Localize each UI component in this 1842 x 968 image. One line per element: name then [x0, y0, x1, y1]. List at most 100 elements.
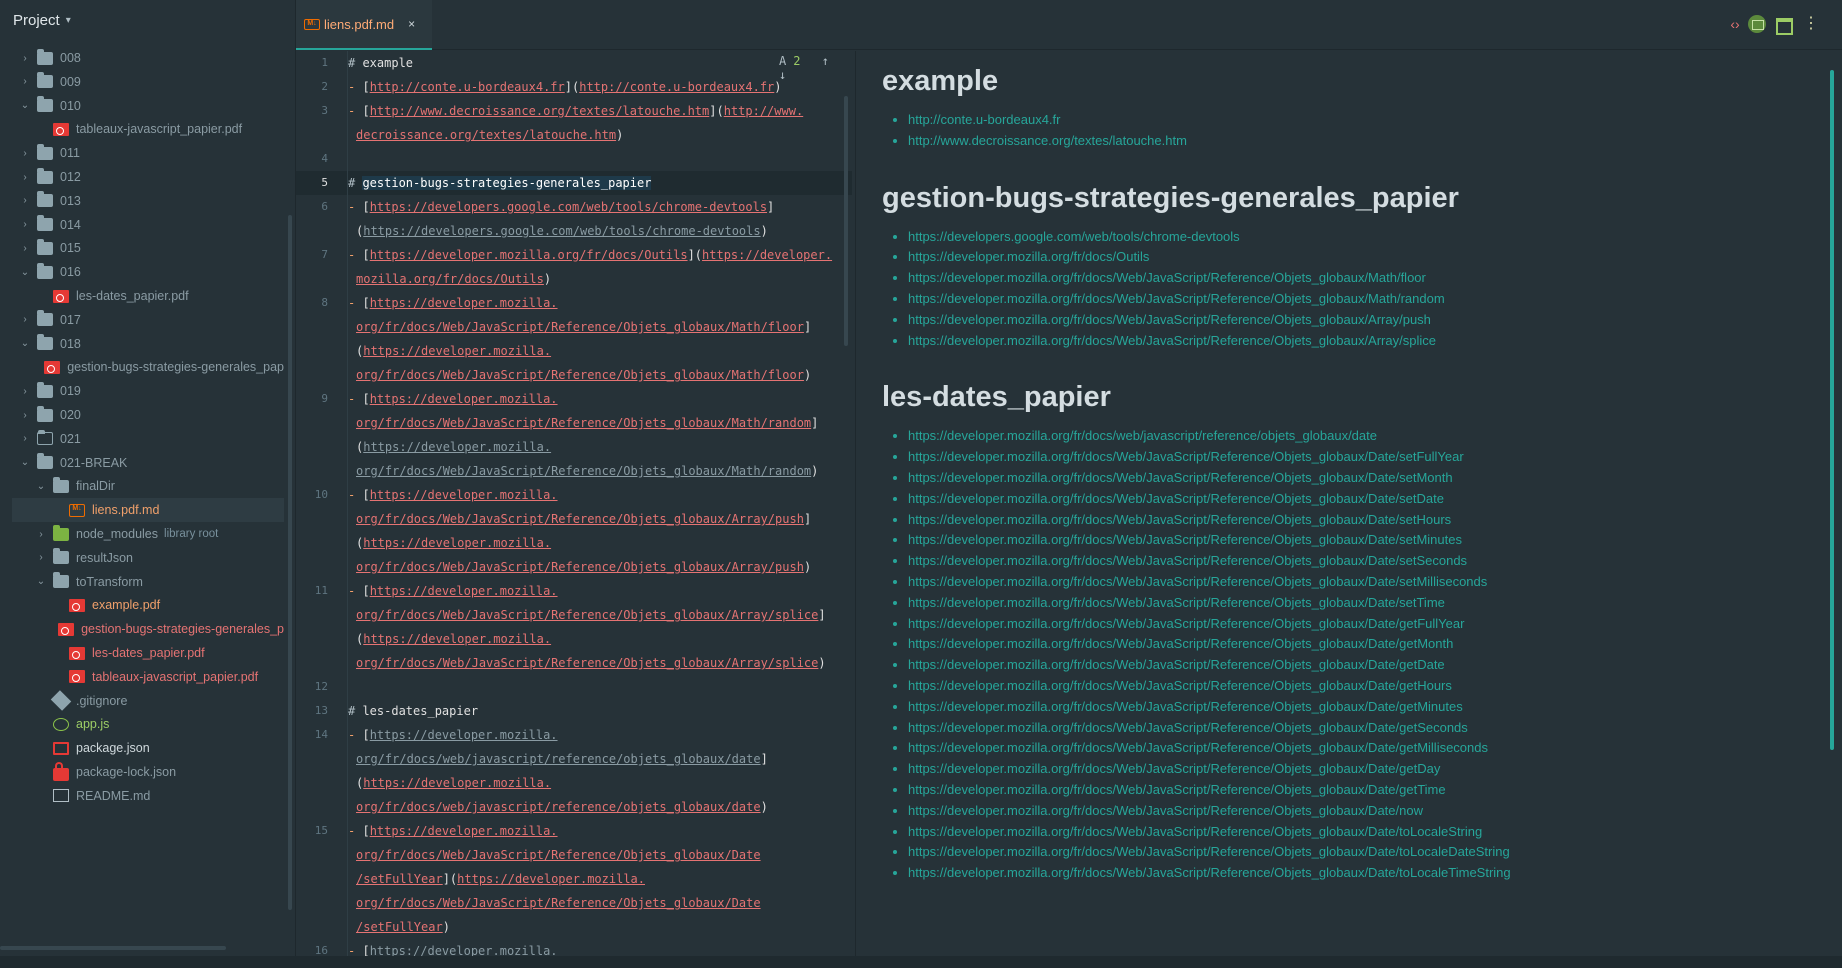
chevron-right-icon[interactable]: ›: [18, 53, 32, 64]
code-line[interactable]: decroissance.org/textes/latouche.htm): [348, 123, 623, 147]
more-icon[interactable]: ⋮: [1802, 15, 1820, 33]
code-line[interactable]: - [https://developer.mozilla.: [348, 387, 558, 411]
preview-link[interactable]: https://developer.mozilla.org/fr/docs/We…: [908, 470, 1453, 485]
code-line[interactable]: - [https://developer.mozilla.: [348, 819, 558, 843]
markdown-url[interactable]: https://developer.mozilla.org/fr/docs/Ou…: [370, 248, 688, 262]
code-view-icon[interactable]: ‹›: [1726, 15, 1744, 33]
tree-folder[interactable]: › 020: [0, 403, 284, 427]
code-line[interactable]: org/fr/docs/web/javascript/reference/obj…: [348, 747, 768, 771]
markdown-url[interactable]: org/fr/docs/Web/JavaScript/Reference/Obj…: [356, 848, 761, 862]
code-line[interactable]: org/fr/docs/Web/JavaScript/Reference/Obj…: [348, 411, 818, 435]
markdown-url[interactable]: org/fr/docs/Web/JavaScript/Reference/Obj…: [356, 656, 818, 670]
markdown-url[interactable]: org/fr/docs/Web/JavaScript/Reference/Obj…: [356, 608, 818, 622]
chevron-right-icon[interactable]: ›: [18, 195, 32, 206]
tree-file[interactable]: M↓ liens.pdf.md: [12, 498, 284, 523]
preview-link[interactable]: https://developer.mozilla.org/fr/docs/We…: [908, 291, 1445, 306]
chevron-down-icon[interactable]: ⌄: [18, 457, 32, 468]
preview-only-icon[interactable]: [1774, 15, 1793, 35]
code-line[interactable]: /setFullYear): [348, 915, 450, 939]
chevron-right-icon[interactable]: ›: [18, 243, 32, 254]
markdown-url[interactable]: http://www.: [724, 104, 803, 118]
tree-folder[interactable]: › 008: [0, 46, 284, 70]
tree-file[interactable]: README.md: [0, 784, 284, 808]
next-problem-icon[interactable]: ↓: [779, 68, 786, 82]
code-line[interactable]: org/fr/docs/web/javascript/reference/obj…: [348, 795, 768, 819]
tree-file[interactable]: app.js: [0, 712, 284, 736]
chevron-right-icon[interactable]: ›: [34, 529, 48, 540]
preview-link[interactable]: https://developer.mozilla.org/fr/docs/We…: [908, 865, 1511, 880]
chevron-down-icon[interactable]: ⌄: [18, 338, 32, 349]
markdown-editor[interactable]: 1 2 3 4 5 6 7 8 9 10 11 12 13 14 15 16 # example - [http…: [296, 51, 856, 956]
markdown-url[interactable]: https://developer.mozilla.: [363, 776, 551, 790]
preview-link[interactable]: https://developer.mozilla.org/fr/docs/We…: [908, 782, 1446, 797]
code-line[interactable]: # les-dates_papier: [348, 699, 478, 723]
code-line[interactable]: mozilla.org/fr/docs/Outils): [348, 267, 551, 291]
code-line[interactable]: org/fr/docs/Web/JavaScript/Reference/Obj…: [348, 555, 811, 579]
tree-file[interactable]: package-lock.json: [0, 760, 284, 784]
code-line[interactable]: (https://developer.mozilla.: [348, 627, 551, 651]
markdown-url[interactable]: https://developers.google.com/web/tools/…: [363, 224, 760, 238]
tree-file[interactable]: example.pdf: [0, 593, 284, 617]
code-line[interactable]: # example: [348, 51, 413, 75]
preview-link[interactable]: http://conte.u-bordeaux4.fr: [908, 112, 1060, 127]
markdown-url[interactable]: https://developers.google.com/web/tools/…: [370, 200, 767, 214]
code-line[interactable]: - [https://developer.mozilla.: [348, 483, 558, 507]
tree-folder[interactable]: › resultJson: [0, 546, 284, 570]
markdown-url[interactable]: https://developer.mozilla.: [370, 488, 558, 502]
code-line[interactable]: - [https://developers.google.com/web/too…: [348, 195, 774, 219]
markdown-url[interactable]: https://developer.mozilla.: [370, 824, 558, 838]
code-line[interactable]: - [http://conte.u-bordeaux4.fr](http://c…: [348, 75, 782, 99]
tree-file[interactable]: gestion-bugs-strategies-generales_pap: [0, 355, 284, 379]
preview-link[interactable]: https://developer.mozilla.org/fr/docs/Ou…: [908, 249, 1149, 264]
project-scrollbar[interactable]: [288, 215, 292, 910]
tree-folder[interactable]: › 021: [0, 427, 284, 451]
preview-link[interactable]: https://developer.mozilla.org/fr/docs/We…: [908, 699, 1463, 714]
preview-link[interactable]: https://developer.mozilla.org/fr/docs/We…: [908, 333, 1436, 348]
preview-link[interactable]: https://developer.mozilla.org/fr/docs/We…: [908, 491, 1444, 506]
tree-folder[interactable]: ⌄ 018: [0, 332, 284, 356]
code-line[interactable]: /setFullYear](https://developer.mozilla.: [348, 867, 645, 891]
chevron-right-icon[interactable]: ›: [34, 552, 48, 563]
code-line[interactable]: org/fr/docs/Web/JavaScript/Reference/Obj…: [348, 843, 761, 867]
preview-scrollbar[interactable]: [1830, 70, 1834, 750]
tree-folder[interactable]: › 019: [0, 379, 284, 403]
markdown-url[interactable]: org/fr/docs/Web/JavaScript/Reference/Obj…: [356, 896, 761, 910]
chevron-right-icon[interactable]: ›: [18, 386, 32, 397]
preview-link[interactable]: https://developer.mozilla.org/fr/docs/We…: [908, 636, 1453, 651]
markdown-url[interactable]: https://developer.mozilla.: [370, 296, 558, 310]
code-line[interactable]: org/fr/docs/Web/JavaScript/Reference/Obj…: [348, 459, 818, 483]
close-tab-icon[interactable]: ×: [408, 17, 415, 31]
preview-link[interactable]: https://developer.mozilla.org/fr/docs/We…: [908, 449, 1464, 464]
markdown-url[interactable]: org/fr/docs/Web/JavaScript/Reference/Obj…: [356, 416, 811, 430]
chevron-right-icon[interactable]: ›: [18, 219, 32, 230]
spellcheck-icon[interactable]: A2: [779, 54, 807, 68]
tree-folder[interactable]: ⌄ 016: [0, 260, 284, 284]
code-line[interactable]: - [https://developer.mozilla.org/fr/docs…: [348, 243, 832, 267]
preview-link[interactable]: https://developer.mozilla.org/fr/docs/We…: [908, 312, 1431, 327]
preview-link[interactable]: https://developer.mozilla.org/fr/docs/We…: [908, 720, 1468, 735]
tree-folder[interactable]: › 009: [0, 70, 284, 94]
markdown-url[interactable]: https://developer.mozilla.: [363, 344, 551, 358]
code-line[interactable]: - [https://developer.mozilla.: [348, 579, 558, 603]
tree-folder[interactable]: ⌄ finalDir: [0, 474, 284, 498]
markdown-url[interactable]: http://conte.u-bordeaux4.fr: [370, 80, 565, 94]
tree-file[interactable]: package.json: [0, 736, 284, 760]
tab-liens-pdf-md[interactable]: M↓ liens.pdf.md ×: [296, 0, 432, 50]
markdown-url[interactable]: /setFullYear: [356, 872, 443, 886]
chevron-right-icon[interactable]: ›: [18, 433, 32, 444]
markdown-url[interactable]: https://developer.mozilla.: [363, 440, 551, 454]
markdown-url[interactable]: https://developer.mozilla.: [370, 392, 558, 406]
tree-folder[interactable]: › node_modules library root: [0, 522, 284, 546]
markdown-url[interactable]: http://www.decroissance.org/textes/latou…: [370, 104, 710, 118]
chevron-down-icon[interactable]: ⌄: [18, 100, 32, 111]
code-line[interactable]: org/fr/docs/Web/JavaScript/Reference/Obj…: [348, 315, 811, 339]
tree-folder[interactable]: ⌄ 021-BREAK: [0, 451, 284, 475]
markdown-url[interactable]: org/fr/docs/Web/JavaScript/Reference/Obj…: [356, 560, 804, 574]
code-line[interactable]: # gestion-bugs-strategies-generales_papi…: [348, 171, 652, 195]
markdown-url[interactable]: /setFullYear: [356, 920, 443, 934]
markdown-url[interactable]: https://developer.mozilla.: [370, 944, 558, 956]
preview-link[interactable]: https://developer.mozilla.org/fr/docs/We…: [908, 574, 1487, 589]
preview-link[interactable]: https://developer.mozilla.org/fr/docs/We…: [908, 657, 1445, 672]
preview-link[interactable]: https://developers.google.com/web/tools/…: [908, 229, 1240, 244]
code-line[interactable]: (https://developer.mozilla.: [348, 435, 551, 459]
